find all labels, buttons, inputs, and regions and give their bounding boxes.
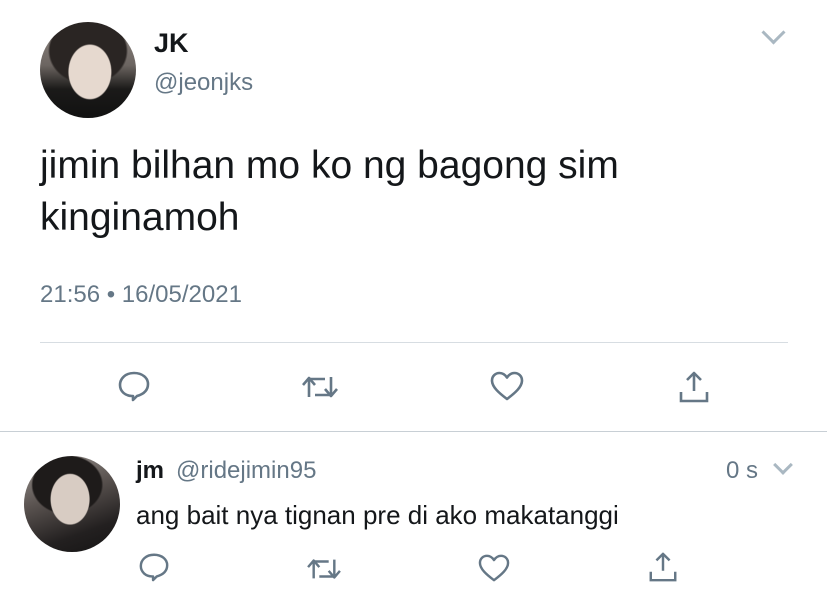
reply-author-avatar[interactable] — [24, 456, 120, 552]
retweet-icon[interactable] — [301, 371, 339, 403]
retweet-icon[interactable] — [306, 554, 342, 584]
reply-author-handle[interactable]: @ridejimin95 — [176, 457, 316, 485]
chevron-down-icon[interactable] — [761, 20, 786, 45]
share-icon[interactable] — [677, 370, 711, 404]
tweet-text: jimin bilhan mo ko ng bagong sim kingina… — [40, 140, 760, 244]
reply-icon[interactable] — [138, 551, 170, 583]
reply-author-name[interactable]: jm — [136, 457, 164, 485]
share-icon[interactable] — [647, 551, 679, 583]
author-avatar[interactable] — [40, 22, 136, 118]
divider — [40, 342, 788, 343]
tweet-timestamp[interactable]: 21:56 • 16/05/2021 — [40, 281, 242, 309]
author-name[interactable]: JK — [154, 28, 189, 59]
section-divider — [0, 431, 827, 432]
reply-icon[interactable] — [117, 369, 151, 403]
reply-text: ang bait nya tignan pre di ako makatangg… — [136, 500, 619, 530]
reply-time: 0 s — [726, 457, 759, 484]
author-handle[interactable]: @jeonjks — [154, 69, 253, 97]
chevron-down-icon[interactable] — [773, 455, 793, 475]
like-icon[interactable] — [489, 370, 525, 402]
like-icon[interactable] — [477, 553, 511, 583]
tweet-text-line: jimin bilhan mo ko ng bagong sim — [40, 144, 619, 187]
tweet-text-line: kinginamoh — [40, 196, 240, 239]
